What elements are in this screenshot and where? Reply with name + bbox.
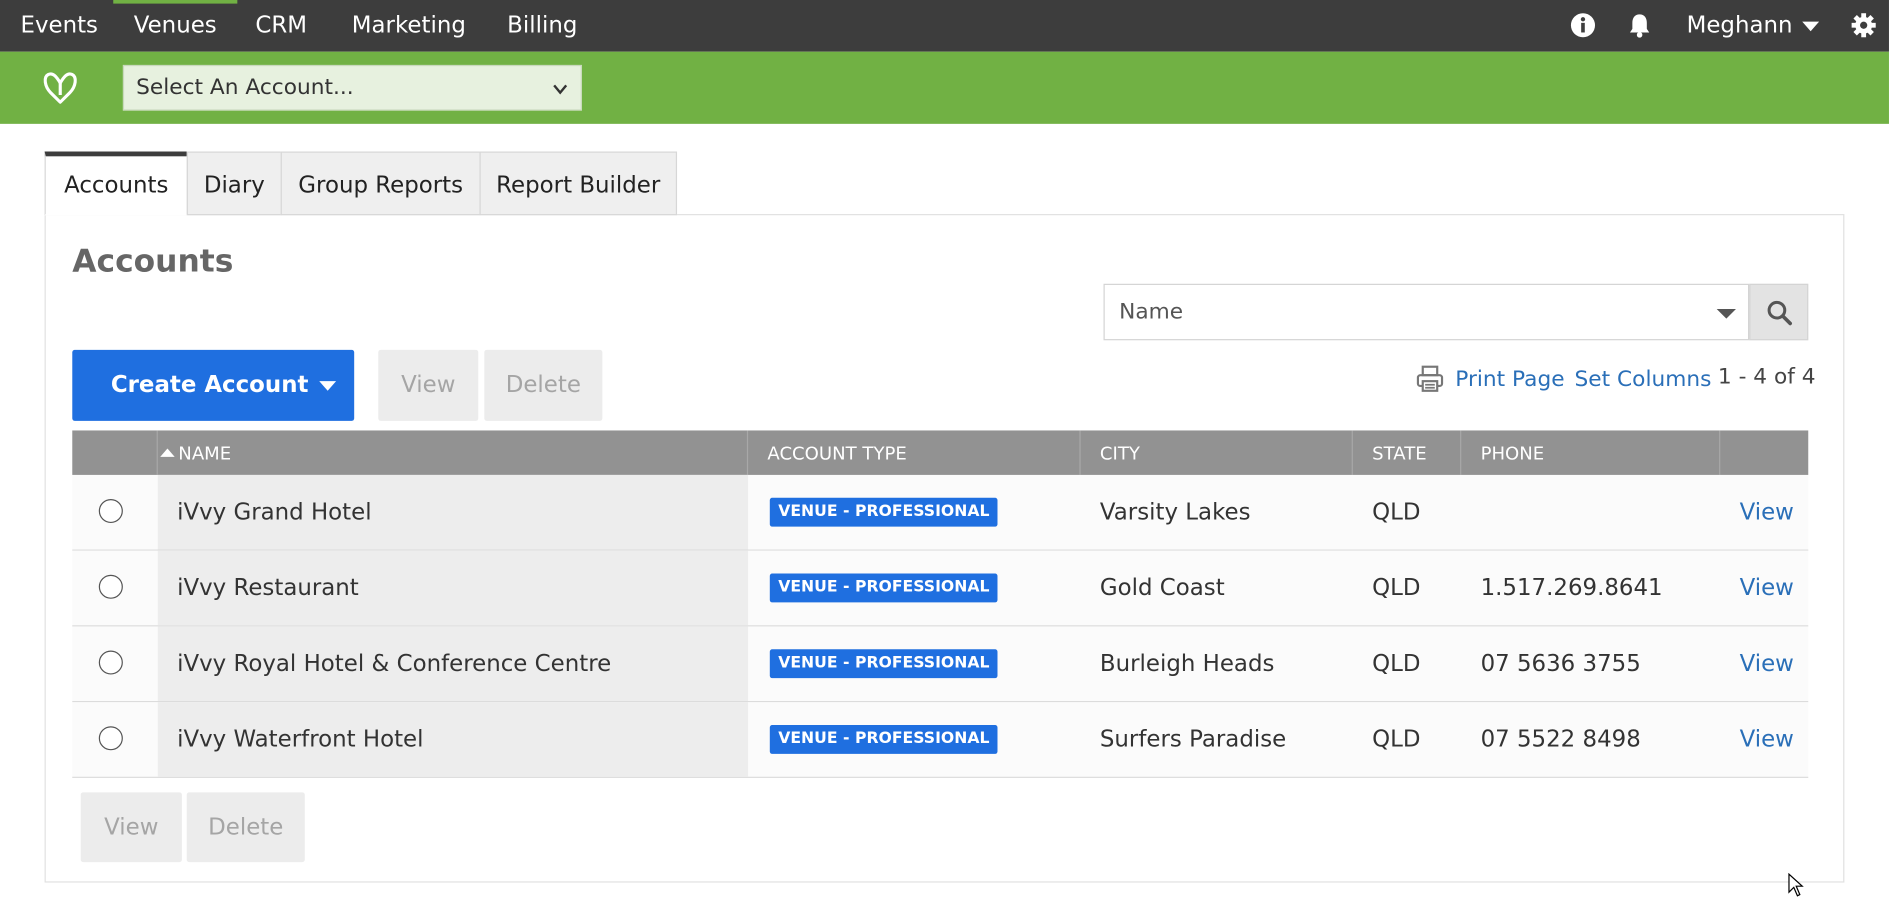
chevron-down-icon[interactable] — [319, 381, 337, 391]
search-icon — [1767, 300, 1792, 326]
column-header-phone[interactable]: PHONE — [1461, 430, 1721, 475]
account-name: iVvy Waterfront Hotel — [177, 726, 424, 753]
row-view-link[interactable]: View — [1740, 551, 1794, 626]
account-select[interactable]: Select An Account... — [122, 64, 582, 111]
row-select-radio[interactable] — [98, 726, 123, 751]
nav-item-venues[interactable]: Venues — [113, 0, 238, 52]
tab-report-builder[interactable]: Report Builder — [479, 151, 678, 216]
account-select-value: Select An Account... — [136, 74, 354, 100]
account-type-badge: VENUE - PROFESSIONAL — [769, 573, 998, 603]
ivvy-logo-icon[interactable] — [41, 70, 80, 106]
chevron-down-icon — [1802, 21, 1820, 31]
row-view-link[interactable]: View — [1740, 702, 1794, 777]
table-header: NAME ACCOUNT TYPE CITY STATE PHONE — [72, 430, 1809, 475]
create-account-label: Create Account — [110, 371, 309, 398]
nav-item-marketing[interactable]: Marketing — [331, 0, 486, 52]
caret-down-icon — [1716, 309, 1736, 319]
table-row[interactable]: iVvy Restaurant VENUE - PROFESSIONAL Gol… — [72, 550, 1809, 627]
search-field-select[interactable]: Name — [1103, 283, 1750, 341]
nav-item-billing[interactable]: Billing — [487, 0, 598, 52]
info-icon[interactable] — [1570, 12, 1597, 38]
account-name: iVvy Grand Hotel — [177, 498, 372, 526]
set-columns-link[interactable]: Set Columns — [1575, 367, 1712, 392]
city-cell: Surfers Paradise — [1099, 726, 1287, 753]
state-cell: QLD — [1372, 726, 1421, 753]
gear-icon[interactable] — [1850, 12, 1877, 38]
print-page-link[interactable]: Print Page — [1455, 367, 1564, 392]
view-button[interactable]: View — [378, 349, 479, 421]
account-name: iVvy Royal Hotel & Conference Centre — [177, 650, 612, 677]
printer-icon[interactable] — [1416, 364, 1445, 393]
row-view-link[interactable]: View — [1740, 626, 1794, 701]
sort-ascending-icon — [160, 448, 175, 457]
row-view-link[interactable]: View — [1740, 475, 1794, 550]
pagination-count: 1 - 4 of 4 — [1717, 364, 1816, 390]
city-cell: Gold Coast — [1099, 574, 1225, 602]
table-row[interactable]: iVvy Royal Hotel & Conference Centre VEN… — [72, 626, 1809, 703]
delete-button[interactable]: Delete — [484, 349, 603, 421]
table-row[interactable]: iVvy Grand Hotel VENUE - PROFESSIONAL Va… — [72, 474, 1809, 551]
tab-accounts[interactable]: Accounts — [44, 151, 188, 216]
state-cell: QLD — [1372, 650, 1421, 677]
column-header-city[interactable]: CITY — [1081, 430, 1353, 475]
phone-cell: 07 5522 8498 — [1480, 726, 1641, 753]
account-type-badge: VENUE - PROFESSIONAL — [769, 725, 998, 754]
column-header-name[interactable]: NAME — [158, 430, 749, 475]
chevron-down-icon — [553, 84, 568, 95]
create-account-button[interactable]: Create Account — [72, 349, 355, 421]
top-nav-bar: Events Venues CRM Marketing Billing Megh… — [0, 0, 1889, 52]
column-header-account-type[interactable]: ACCOUNT TYPE — [748, 430, 1081, 475]
row-select-radio[interactable] — [98, 498, 123, 524]
table-row[interactable]: iVvy Waterfront Hotel VENUE - PROFESSION… — [72, 702, 1809, 778]
city-cell: Burleigh Heads — [1099, 650, 1275, 677]
user-menu[interactable]: Meghann — [1686, 0, 1820, 52]
state-cell: QLD — [1372, 498, 1421, 526]
header-select-cell — [72, 430, 158, 475]
page-title: Accounts — [72, 244, 234, 281]
mouse-cursor-icon — [1788, 872, 1804, 897]
delete-button-bottom[interactable]: Delete — [186, 792, 305, 863]
city-cell: Varsity Lakes — [1099, 498, 1251, 526]
bell-icon[interactable] — [1626, 12, 1653, 38]
search-button[interactable] — [1749, 283, 1809, 341]
row-select-radio[interactable] — [98, 650, 123, 675]
tab-diary[interactable]: Diary — [186, 151, 282, 216]
nav-item-crm[interactable]: CRM — [235, 0, 328, 52]
account-type-badge: VENUE - PROFESSIONAL — [769, 497, 998, 527]
account-bar: Select An Account... — [0, 51, 1889, 124]
user-name: Meghann — [1686, 12, 1793, 39]
account-name: iVvy Restaurant — [177, 574, 359, 602]
state-cell: QLD — [1372, 574, 1421, 602]
row-select-radio[interactable] — [98, 574, 123, 599]
tab-group-reports[interactable]: Group Reports — [280, 151, 481, 216]
phone-cell: 1.517.269.8641 — [1480, 574, 1663, 602]
account-type-badge: VENUE - PROFESSIONAL — [769, 649, 998, 679]
header-action-cell — [1720, 430, 1808, 474]
phone-cell: 07 5636 3755 — [1480, 650, 1641, 677]
nav-item-events[interactable]: Events — [0, 0, 118, 52]
column-header-state[interactable]: STATE — [1353, 430, 1462, 475]
search-field-value: Name — [1119, 299, 1184, 325]
view-button-bottom[interactable]: View — [80, 792, 182, 863]
